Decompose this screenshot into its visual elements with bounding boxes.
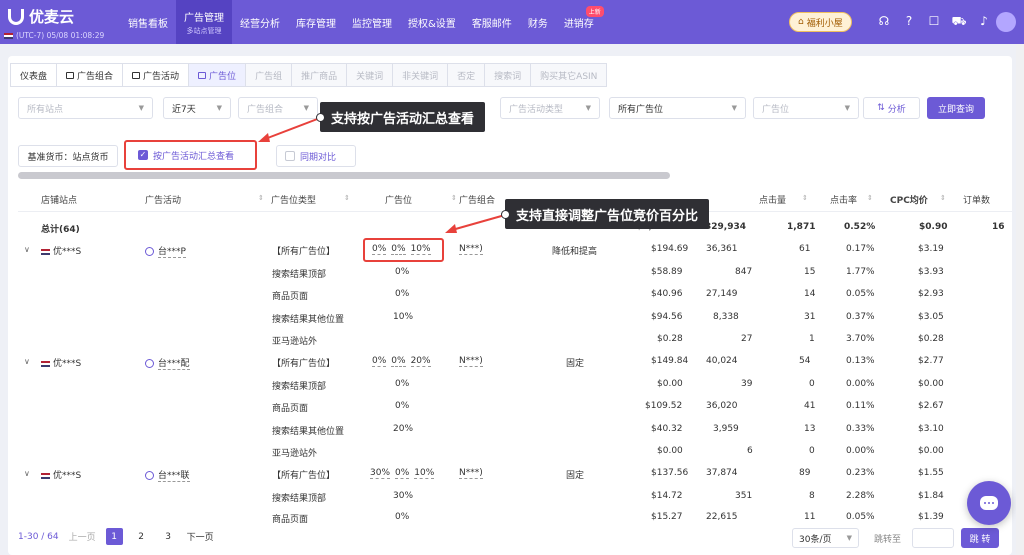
page-1-button[interactable]: 1 <box>105 528 123 545</box>
arrow-head-icon <box>258 133 270 142</box>
prev-page-button[interactable]: 上一页 <box>69 530 96 543</box>
callout-arrow-2 <box>451 214 506 231</box>
jump-to-label: 跳转至 <box>874 535 902 545</box>
chat-button[interactable] <box>967 481 1011 525</box>
page-3-button[interactable]: 3 <box>160 528 177 545</box>
callout-arrows <box>258 117 506 233</box>
jump-button[interactable]: 跳 转 <box>961 528 999 548</box>
chat-icon <box>980 496 998 510</box>
callout-adjust-bid-percentage: 支持直接调整广告位竞价百分比 <box>500 199 710 229</box>
vertical-scrollbar[interactable] <box>1016 44 1024 555</box>
page-2-button[interactable]: 2 <box>133 528 150 545</box>
jump-page-input[interactable] <box>912 528 954 548</box>
pagination: 1-30 / 64 上一页 1 2 3 下一页 <box>18 528 214 545</box>
page-size-select[interactable]: 30条/页 ▼ <box>792 528 859 548</box>
callout-arrow-1 <box>264 117 321 140</box>
next-page-button[interactable]: 下一页 <box>187 530 214 543</box>
callout-summary-by-campaign: 支持按广告活动汇总查看 <box>315 102 486 132</box>
chevron-down-icon: ▼ <box>846 534 852 542</box>
page-range: 1-30 / 64 <box>18 531 59 542</box>
arrow-head-icon <box>445 224 457 233</box>
